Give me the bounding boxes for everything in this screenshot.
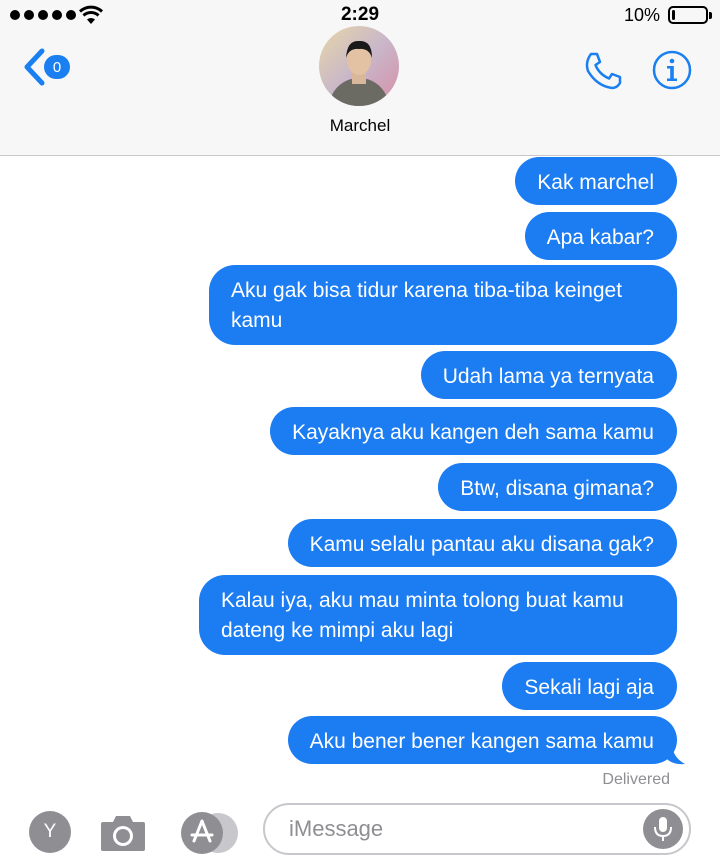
app-button[interactable]: Y [29,811,71,853]
message-bubble[interactable]: Aku bener bener kangen sama kamu [287,716,677,764]
app-store-icon[interactable] [180,811,240,855]
bubble-tail [666,743,685,765]
clock: 2:29 [340,4,380,25]
microphone-button[interactable] [643,809,683,849]
message-bubble[interactable]: Aku gak bisa tidur karena tiba-tiba kein… [209,265,677,345]
phone-icon[interactable] [582,50,624,92]
message-bubble[interactable]: Udah lama ya ternyata [420,351,677,399]
camera-icon[interactable] [99,813,147,853]
info-icon[interactable] [652,50,692,90]
avatar[interactable] [319,26,399,106]
message-bubble[interactable]: Apa kabar? [524,212,677,260]
back-button[interactable]: 0 [22,48,70,86]
conversation-header: 2:29 10% 0 Marchel [0,0,720,156]
message-bubble[interactable]: Btw, disana gimana? [438,463,677,511]
unread-badge: 0 [44,55,70,79]
message-input-placeholder: iMessage [289,816,384,841]
battery-icon [668,6,712,24]
message-input[interactable]: iMessage [263,803,691,855]
message-list[interactable]: Kak marchel Apa kabar? Aku gak bisa tidu… [0,155,720,795]
chevron-left-icon [24,48,45,86]
battery-percentage: 10% [623,5,660,25]
message-bubble[interactable]: Kalau iya, aku mau minta tolong buat kam… [199,575,677,655]
message-bubble[interactable]: Kayaknya aku kangen deh sama kamu [270,407,677,455]
microphone-icon [654,817,672,841]
compose-bar: Y iMessage [0,795,720,861]
delivery-status: Delivered [602,771,670,788]
contact-name[interactable]: Marchel [0,116,720,136]
message-bubble[interactable]: Sekali lagi aja [502,662,677,710]
message-bubble[interactable]: Kak marchel [515,157,677,205]
message-bubble[interactable]: Kamu selalu pantau aku disana gak? [287,519,677,567]
